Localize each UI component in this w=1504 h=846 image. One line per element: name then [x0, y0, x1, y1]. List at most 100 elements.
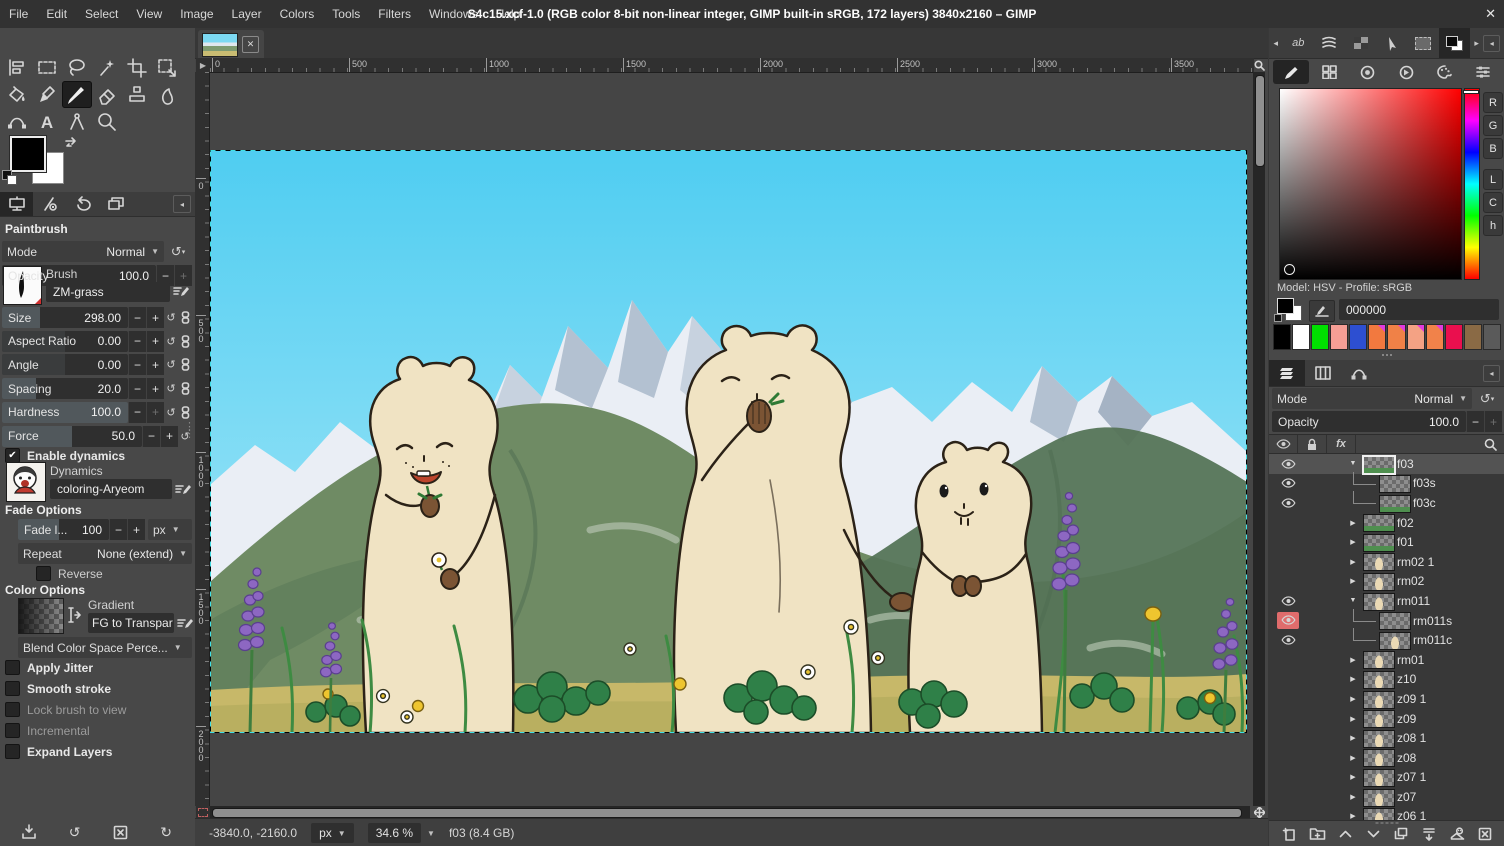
angle-slider[interactable]: Angle 0.00 [2, 354, 128, 375]
layer-row[interactable]: ▶ z07 [1269, 787, 1504, 807]
angle-link-icon[interactable] [178, 354, 192, 375]
layer-row[interactable]: ▶ f02 [1269, 513, 1504, 533]
layer-row[interactable]: ▼ f03 [1269, 454, 1504, 474]
color-history-swatch[interactable] [1407, 324, 1425, 350]
color-history-swatch[interactable] [1426, 324, 1444, 350]
tool-measure-button[interactable] [62, 108, 92, 135]
tool-alignment-button[interactable] [2, 54, 32, 81]
expander-icon[interactable]: ▶ [1347, 812, 1359, 820]
menu-view[interactable]: View [127, 0, 171, 28]
layer-thumbnail[interactable] [1363, 789, 1395, 807]
hue-strip[interactable] [1464, 88, 1480, 280]
layer-visibility-toggle[interactable] [1277, 553, 1299, 570]
layer-row[interactable]: ▶ rm02 1 [1269, 552, 1504, 572]
search-icon[interactable] [1484, 438, 1497, 451]
layer-opacity-decrease-button[interactable]: − [1466, 411, 1484, 432]
tab-fonts[interactable]: ab [1283, 28, 1314, 58]
hex-color-field[interactable]: 000000 [1339, 299, 1499, 320]
visibility-column-eye-icon[interactable] [1269, 435, 1298, 453]
color-history-swatch[interactable] [1464, 324, 1482, 350]
duplicate-layer-icon[interactable] [1389, 824, 1413, 844]
delete-layer-icon[interactable] [1473, 824, 1497, 844]
layer-visibility-toggle[interactable] [1277, 533, 1299, 550]
tool-smudge-button[interactable] [152, 81, 182, 108]
fade-length-slider[interactable]: Fade l... 100 [18, 519, 109, 540]
menu-edit[interactable]: Edit [37, 0, 76, 28]
tab-scroll-left-icon[interactable]: ◂ [1269, 38, 1283, 49]
tab-images[interactable] [99, 192, 132, 216]
incremental-checkbox[interactable] [5, 723, 20, 738]
tab-gradients[interactable] [1345, 28, 1376, 58]
layer-row[interactable]: ▶ f01 [1269, 532, 1504, 552]
apply-jitter-checkbox[interactable] [5, 660, 20, 675]
menu-image[interactable]: Image [171, 0, 222, 28]
size-link-icon[interactable] [178, 307, 192, 328]
layer-thumbnail[interactable] [1363, 514, 1395, 532]
enable-dynamics-checkbox[interactable]: ✔ [5, 448, 20, 463]
tab-device-status[interactable] [33, 192, 66, 216]
horizontal-ruler[interactable]: 0500100015002000250030003500 [210, 58, 1254, 73]
expander-icon[interactable]: ▶ [1347, 675, 1359, 683]
aspect-ratio-slider[interactable]: Aspect Ratio 0.00 [2, 331, 128, 352]
color-history-swatch[interactable] [1273, 324, 1291, 350]
navigation-icon[interactable] [1253, 806, 1266, 818]
gradient-preview[interactable] [18, 598, 64, 634]
hardness-increase-button[interactable]: + [146, 402, 164, 423]
color-history-expander[interactable] [1269, 352, 1504, 358]
layer-visibility-toggle[interactable] [1277, 749, 1299, 766]
layer-visibility-toggle[interactable] [1277, 612, 1299, 629]
hardness-link-icon[interactable] [178, 402, 192, 423]
tab-brushes[interactable] [1314, 28, 1345, 58]
layer-row[interactable]: ▶ z09 [1269, 709, 1504, 729]
aspect-ratio-increase-button[interactable]: + [146, 331, 164, 352]
tool-rectangle-select-button[interactable] [32, 54, 62, 81]
tool-zoom-button[interactable] [92, 108, 122, 135]
reverse-row[interactable]: Reverse [36, 566, 103, 581]
image-tab[interactable]: ✕ [198, 30, 264, 58]
layer-visibility-toggle[interactable] [1277, 690, 1299, 707]
spacing-reset-icon[interactable]: ↺ [164, 378, 178, 399]
tool-clone-button[interactable] [122, 81, 152, 108]
layer-row[interactable]: rm011c [1269, 630, 1504, 650]
vertical-scrollbar[interactable] [1253, 72, 1265, 806]
color-history-swatch[interactable] [1387, 324, 1405, 350]
channel-c-button[interactable]: C [1483, 192, 1503, 213]
foreground-color-swatch[interactable] [10, 136, 46, 172]
force-increase-button[interactable]: + [160, 426, 178, 447]
color-edit-icon[interactable] [1309, 300, 1335, 322]
layer-row[interactable]: ▶ z08 1 [1269, 728, 1504, 748]
expander-icon[interactable]: ▶ [1347, 754, 1359, 762]
canvas-menu-button[interactable]: ▶ [196, 58, 210, 72]
dock-menu-icon[interactable]: ◂ [1483, 35, 1500, 52]
expand-layers-checkbox[interactable] [5, 744, 20, 759]
brush-edit-icon[interactable] [173, 284, 189, 298]
size-decrease-button[interactable]: − [128, 307, 146, 328]
tab-selection-editor[interactable] [1407, 28, 1438, 58]
expander-icon[interactable]: ▶ [1347, 695, 1359, 703]
layer-thumbnail[interactable] [1363, 651, 1395, 669]
layer-opacity-increase-button[interactable]: + [1484, 411, 1502, 432]
hardness-slider[interactable]: Hardness 100.0 [2, 402, 128, 423]
layer-row[interactable]: ▶ z07 1 [1269, 768, 1504, 788]
dynamics-edit-icon[interactable] [175, 482, 191, 496]
tool-unified-transform-button[interactable] [152, 54, 182, 81]
angle-decrease-button[interactable]: − [128, 354, 146, 375]
channel-h-button[interactable]: h [1483, 215, 1503, 236]
color-history-swatch[interactable] [1483, 324, 1501, 350]
spacing-increase-button[interactable]: + [146, 378, 164, 399]
tool-eraser-button[interactable] [92, 81, 122, 108]
layer-thumbnail[interactable] [1379, 495, 1411, 513]
size-increase-button[interactable]: + [146, 307, 164, 328]
layer-visibility-toggle[interactable] [1277, 788, 1299, 805]
effects-column-icon[interactable]: fx [1327, 435, 1356, 453]
reverse-checkbox[interactable] [36, 566, 51, 581]
layer-row[interactable]: ▶ z09 1 [1269, 689, 1504, 709]
incremental-row[interactable]: Incremental [5, 723, 90, 738]
default-colors-mini-icon[interactable] [1274, 314, 1282, 322]
layer-thumbnail[interactable] [1363, 710, 1395, 728]
tab-pointer[interactable] [1376, 28, 1407, 58]
default-colors-icon[interactable] [2, 170, 18, 184]
layer-thumbnail[interactable] [1363, 808, 1395, 820]
color-mode-gimp[interactable] [1273, 60, 1309, 84]
smooth-stroke-row[interactable]: Smooth stroke [5, 681, 111, 696]
